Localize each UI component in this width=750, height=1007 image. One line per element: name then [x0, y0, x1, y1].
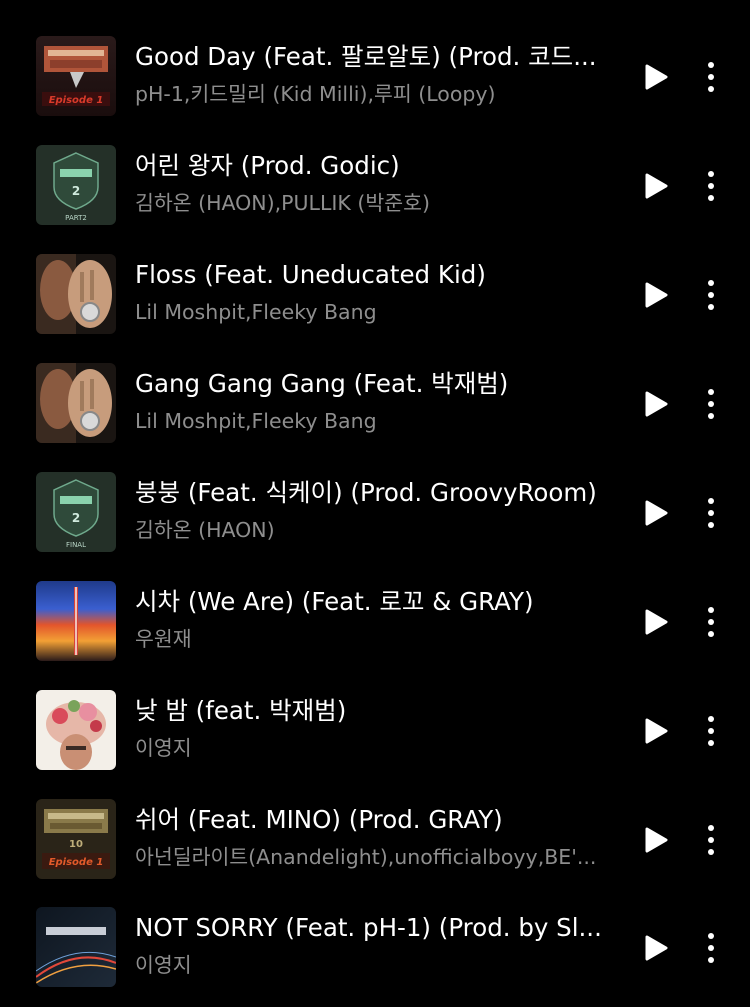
portrait-hand-watch-cover-icon [36, 254, 116, 334]
flower-portrait-cover-icon [36, 690, 116, 770]
play-icon [645, 827, 668, 853]
play-icon [645, 173, 668, 199]
play-button[interactable] [643, 390, 669, 418]
album-art[interactable] [36, 581, 116, 661]
svg-text:Episode 1: Episode 1 [49, 95, 104, 106]
play-icon [645, 391, 668, 417]
high-school-rapper-2-cover-icon: 2 PART2 [36, 145, 116, 225]
play-button[interactable] [643, 281, 669, 309]
track-row[interactable]: Floss (Feat. Uneducated Kid) Lil Moshpit… [0, 254, 750, 354]
album-art[interactable]: Episode 1 [36, 36, 116, 116]
vertical-ellipsis-icon [708, 280, 714, 310]
play-icon [645, 500, 668, 526]
track-list: Episode 1 Good Day (Feat. 팔로알토) (Prod. 코… [0, 0, 750, 1002]
track-artist: pH-1,키드밀리 (Kid Milli),루피 (Loopy) [135, 82, 496, 106]
track-title: 쉬어 (Feat. MINO) (Prod. GRAY) [135, 805, 503, 834]
play-button[interactable] [643, 717, 669, 745]
vertical-ellipsis-icon [708, 498, 714, 528]
track-row[interactable]: 낮 밤 (feat. 박재범) 이영지 [0, 690, 750, 790]
more-options-button[interactable] [698, 605, 724, 639]
track-artist: Lil Moshpit,Fleeky Bang [135, 300, 377, 324]
play-icon [645, 609, 668, 635]
play-icon [645, 64, 668, 90]
track-row[interactable]: NOT SORRY (Feat. pH-1) (Prod. by Sl... 이… [0, 907, 750, 1007]
track-artist: 김하온 (HAON),PULLIK (박준호) [135, 191, 430, 215]
portrait-hand-watch-cover-icon [36, 363, 116, 443]
track-title: Floss (Feat. Uneducated Kid) [135, 260, 486, 289]
track-title: 붕붕 (Feat. 식케이) (Prod. GroovyRoom) [135, 478, 597, 507]
vertical-ellipsis-icon [708, 933, 714, 963]
track-title: Gang Gang Gang (Feat. 박재범) [135, 369, 509, 398]
album-art[interactable] [36, 254, 116, 334]
svg-text:10: 10 [69, 839, 83, 850]
album-art[interactable]: 2 FINAL [36, 472, 116, 552]
vertical-ellipsis-icon [708, 171, 714, 201]
svg-text:FINAL: FINAL [66, 541, 86, 549]
vertical-ellipsis-icon [708, 716, 714, 746]
play-icon [645, 718, 668, 744]
track-artist: 아넌딜라이트(Anandelight),unofficialboyy,BE'..… [135, 845, 597, 869]
track-artist: 김하온 (HAON) [135, 518, 275, 542]
album-art[interactable] [36, 690, 116, 770]
svg-text:Episode 1: Episode 1 [49, 857, 104, 868]
track-artist: 우원재 [135, 627, 192, 651]
album-art[interactable]: 10 Episode 1 [36, 799, 116, 879]
play-button[interactable] [643, 63, 669, 91]
vertical-ellipsis-icon [708, 62, 714, 92]
svg-text:PART2: PART2 [65, 214, 87, 222]
track-row[interactable]: Gang Gang Gang (Feat. 박재범) Lil Moshpit,F… [0, 363, 750, 463]
play-button[interactable] [643, 499, 669, 527]
album-art[interactable] [36, 363, 116, 443]
vertical-ellipsis-icon [708, 825, 714, 855]
vertical-ellipsis-icon [708, 607, 714, 637]
more-options-button[interactable] [698, 496, 724, 530]
track-title: 낮 밤 (feat. 박재범) [135, 696, 347, 725]
svg-text:2: 2 [72, 184, 80, 198]
show-me-the-money-10-cover-icon: 10 Episode 1 [36, 799, 116, 879]
play-icon [645, 282, 668, 308]
more-options-button[interactable] [698, 60, 724, 94]
track-row[interactable]: 10 Episode 1 쉬어 (Feat. MINO) (Prod. GRAY… [0, 799, 750, 899]
high-school-rapper-2-cover-icon: 2 FINAL [36, 472, 116, 552]
track-title: NOT SORRY (Feat. pH-1) (Prod. by Sl... [135, 913, 602, 942]
play-button[interactable] [643, 608, 669, 636]
track-title: 시차 (We Are) (Feat. 로꼬 & GRAY) [135, 587, 534, 616]
play-button[interactable] [643, 934, 669, 962]
track-artist: Lil Moshpit,Fleeky Bang [135, 409, 377, 433]
more-options-button[interactable] [698, 823, 724, 857]
more-options-button[interactable] [698, 387, 724, 421]
play-button[interactable] [643, 172, 669, 200]
track-row[interactable]: 시차 (We Are) (Feat. 로꼬 & GRAY) 우원재 [0, 581, 750, 681]
play-icon [645, 935, 668, 961]
more-options-button[interactable] [698, 931, 724, 965]
track-row[interactable]: Episode 1 Good Day (Feat. 팔로알토) (Prod. 코… [0, 36, 750, 136]
track-artist: 이영지 [135, 953, 192, 977]
show-me-the-money-7-cover-icon: Episode 1 [36, 36, 116, 116]
show-me-the-money-11-cover-icon [36, 907, 116, 987]
track-artist: 이영지 [135, 736, 192, 760]
vertical-ellipsis-icon [708, 389, 714, 419]
more-options-button[interactable] [698, 278, 724, 312]
more-options-button[interactable] [698, 714, 724, 748]
album-art[interactable]: 2 PART2 [36, 145, 116, 225]
svg-text:2: 2 [72, 511, 80, 525]
track-row[interactable]: 2 PART2 어린 왕자 (Prod. Godic) 김하온 (HAON),P… [0, 145, 750, 245]
play-button[interactable] [643, 826, 669, 854]
track-title: 어린 왕자 (Prod. Godic) [135, 151, 400, 180]
more-options-button[interactable] [698, 169, 724, 203]
gradient-sunset-cover-icon [36, 581, 116, 661]
track-row[interactable]: 2 FINAL 붕붕 (Feat. 식케이) (Prod. GroovyRoom… [0, 472, 750, 572]
album-art[interactable] [36, 907, 116, 987]
track-title: Good Day (Feat. 팔로알토) (Prod. 코드... [135, 42, 597, 71]
